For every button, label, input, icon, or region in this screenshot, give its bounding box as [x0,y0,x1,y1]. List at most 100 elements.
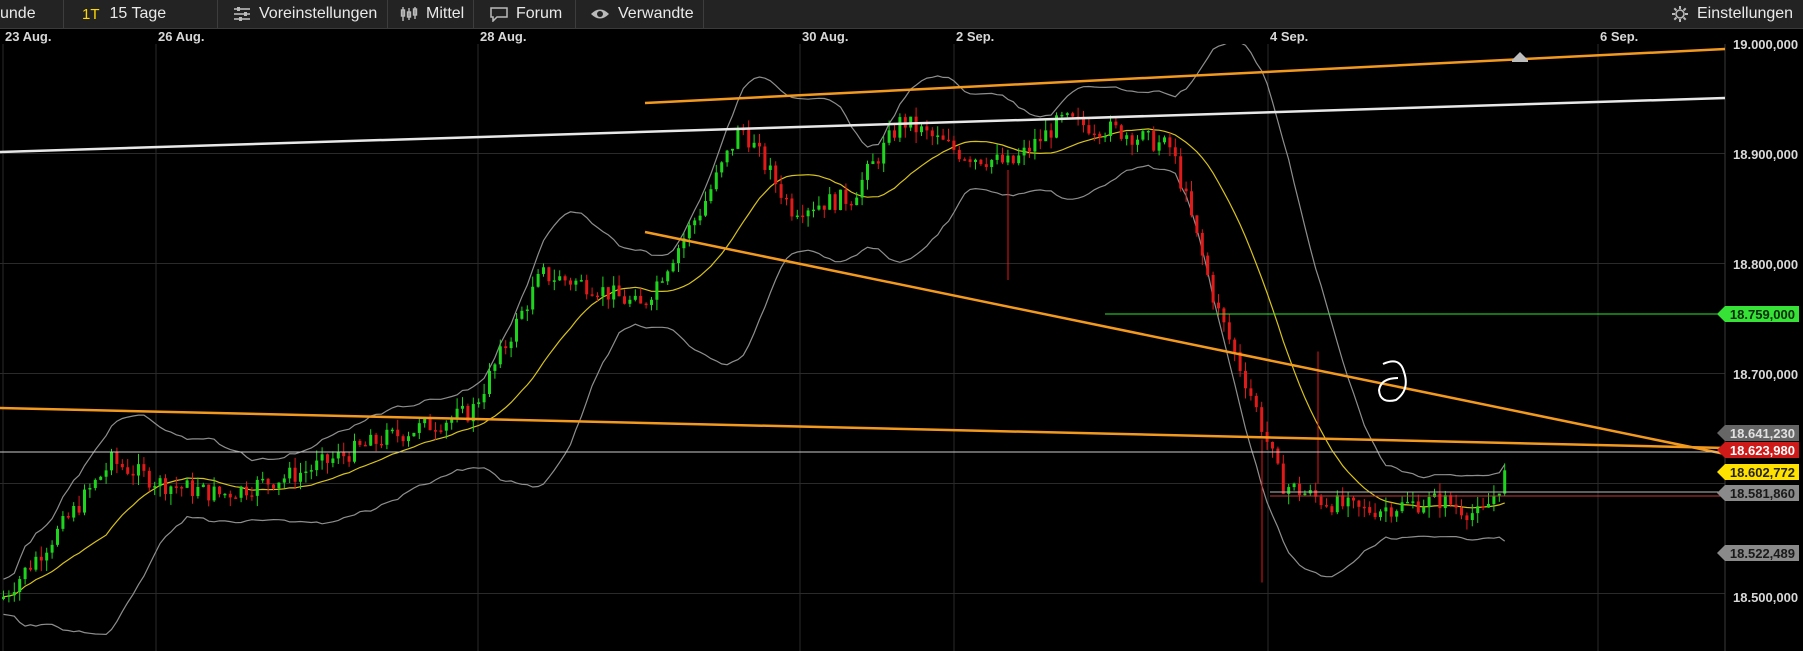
candle-body [585,280,589,295]
candle-body [1206,255,1210,275]
trendline-drawings[interactable] [0,47,1726,497]
candle-body [1157,142,1161,151]
candle-body [66,516,70,518]
candle-body [1217,302,1220,309]
y-tick-label: 18.700,000 [1733,367,1799,382]
candle-body [1028,147,1031,152]
price-tag-average: 18.602,772 [1717,464,1799,480]
candle-body [482,393,486,403]
candle-body [1427,497,1431,508]
candle-body [164,478,167,494]
candle-body [1179,156,1183,189]
candle-body [617,285,621,297]
candle-body [315,460,319,471]
candle-body [1422,507,1426,513]
handdrawn-annotation [1377,360,1407,402]
candle-body [1017,155,1021,164]
candle-body [828,194,832,210]
candle-body [569,280,572,285]
candle-body [1319,496,1323,506]
candle-body [142,464,146,471]
candle-body [1260,407,1264,432]
candle-body [2,596,5,599]
x-tick-label: 2 Sep. [956,29,995,44]
candle-body [531,286,535,310]
candle-body [876,161,880,164]
candle-body [1200,232,1204,256]
candle-body [979,159,983,165]
candle-body [1141,131,1145,140]
price-tag-level-grey: 18.581,860 [1717,485,1799,501]
candle-body [963,159,967,161]
x-tick-label: 28 Aug. [480,29,527,44]
candle-body [1487,503,1490,508]
candle-body [363,444,367,447]
settings-button[interactable]: Einstellungen [1665,0,1803,28]
tab-partial[interactable]: unde [0,0,64,28]
candle-body [385,429,389,445]
chart-toolbar: unde 1T 15 Tage Voreinstellungen Mittel … [0,0,1803,29]
candle-body [1163,137,1166,143]
candle-body [1303,493,1307,496]
candle-body [131,473,135,476]
candle-body [61,516,65,529]
candle-body [714,172,718,190]
candle-body [191,480,194,497]
candle-body [968,159,972,162]
candle-body [498,346,502,365]
candle-body [758,142,761,147]
candle-body [1033,138,1037,152]
average-button[interactable]: Mittel [394,0,474,28]
candle-body [309,470,313,472]
candle-body [509,341,513,349]
candle-body [1109,121,1112,137]
candle-body [1098,133,1102,138]
candle-body [822,205,826,210]
candle-body [1071,113,1075,117]
candle-body [417,423,421,433]
candle-body [1244,370,1247,389]
y-tick-label: 18.800,000 [1733,257,1799,272]
candle-body [45,552,49,561]
candle-body [752,142,756,148]
candle-body [930,130,934,137]
speech-bubble-icon [490,6,508,22]
candle-body [952,140,956,150]
candle-body [731,148,734,151]
candle-body [29,567,32,570]
candle-body [887,130,891,143]
period-label: 15 Tage [109,5,167,22]
candle-body [477,402,481,405]
candle-body [353,440,356,462]
candle-body [434,430,437,432]
candle-body [110,452,113,471]
related-button[interactable]: Verwandte [582,0,704,28]
candle-body [158,478,162,487]
period-selector[interactable]: 1T 15 Tage [70,0,218,28]
candle-body [936,135,940,137]
candle-body [650,299,653,305]
candle-body [207,484,211,501]
candle-body [709,189,713,202]
candle-body [1190,191,1193,216]
candle-body [1411,501,1415,503]
trendline-top [644,47,1726,105]
candle-body [1130,135,1134,145]
forum-button[interactable]: Forum [480,0,576,28]
candle-body [196,486,200,497]
price-chart[interactable] [0,44,1803,651]
x-tick-label: 6 Sep. [1600,29,1639,44]
candle-body [677,248,680,264]
candle-body [844,189,848,204]
candle-body [574,280,578,285]
candle-body [855,197,859,206]
candle-body [239,486,243,498]
candle-body [909,116,913,128]
bollinger-bands [3,44,1506,636]
candle-body [1481,506,1485,508]
trendline-support [0,406,1726,450]
candle-body [1476,506,1480,514]
presets-button[interactable]: Voreinstellungen [224,0,388,28]
candle-body [23,567,27,580]
candle-body [336,452,340,459]
